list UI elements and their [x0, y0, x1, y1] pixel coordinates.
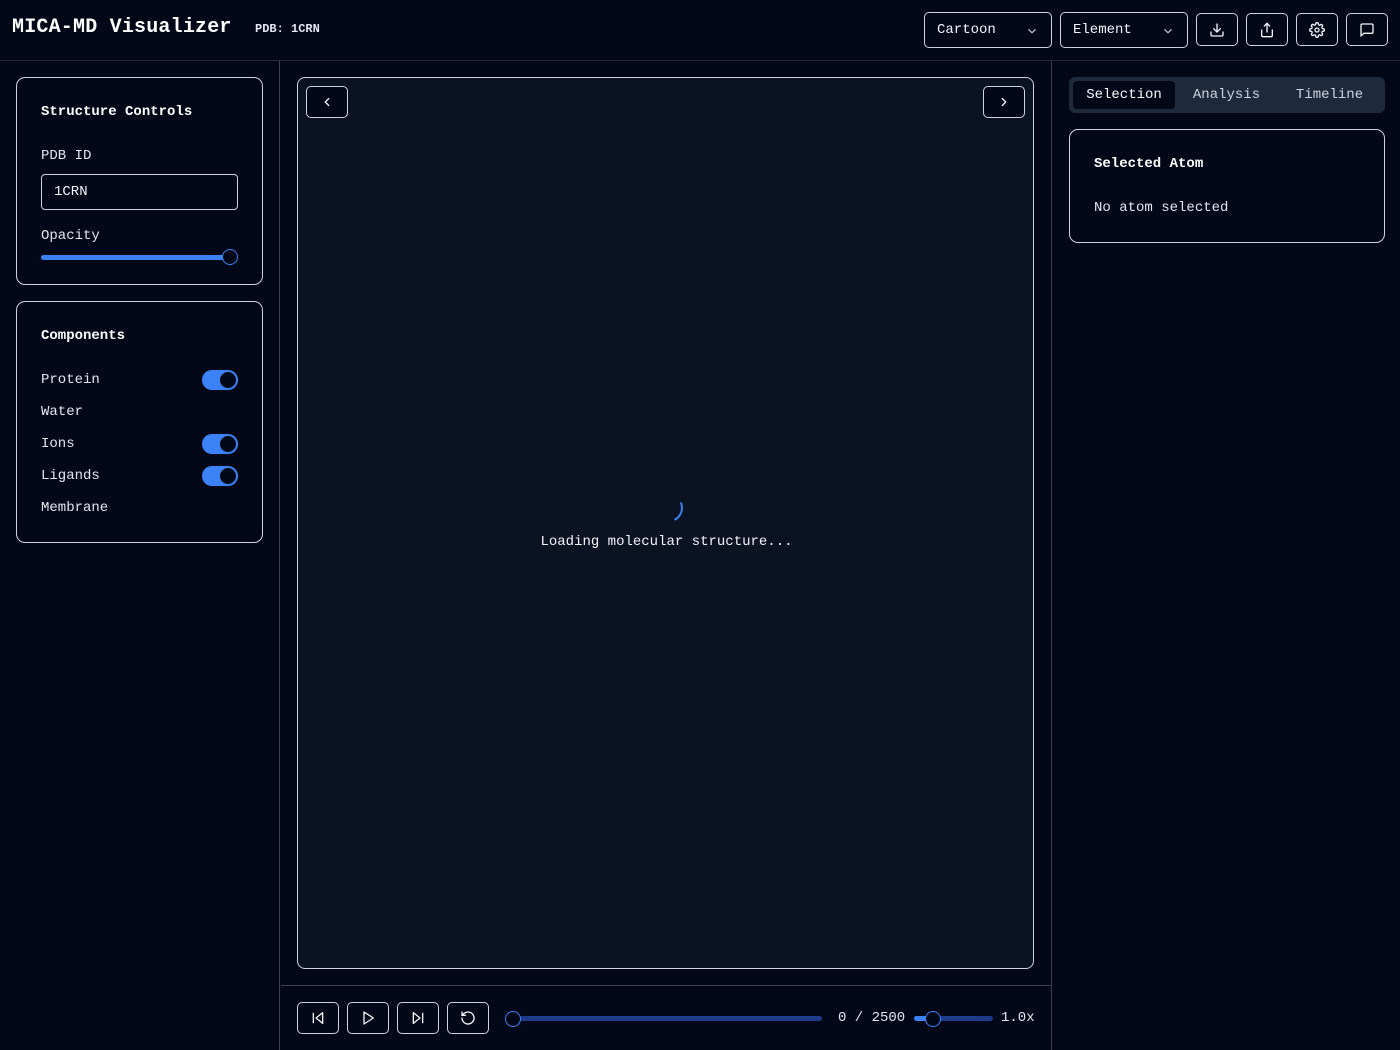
components-title: Components — [41, 328, 126, 344]
inspector-tabs: Selection Analysis Timeline — [1069, 77, 1385, 113]
chat-icon — [1360, 22, 1374, 37]
play-icon — [363, 1011, 374, 1025]
selected-atom-card: Selected Atom No atom selected — [1069, 129, 1385, 243]
color-scheme-select-value: Element — [1073, 22, 1132, 38]
speed-slider-thumb[interactable] — [925, 1011, 941, 1027]
opacity-slider[interactable] — [41, 255, 238, 260]
representation-select-value: Cartoon — [937, 22, 996, 38]
download-icon — [1210, 22, 1224, 37]
loading-spinner — [651, 490, 687, 526]
ligands-toggle[interactable] — [202, 466, 238, 486]
settings-button[interactable] — [1296, 13, 1338, 46]
component-label-ligands: Ligands — [41, 468, 100, 484]
previous-button[interactable] — [306, 86, 348, 118]
opacity-slider-fill — [41, 255, 230, 260]
reset-icon — [461, 1011, 475, 1025]
frame-scrubber-thumb[interactable] — [505, 1011, 521, 1027]
ions-toggle[interactable] — [202, 434, 238, 454]
component-label-ions: Ions — [41, 436, 75, 452]
left-sidebar: Structure Controls PDB ID 1CRN Opacity C… — [0, 61, 280, 1050]
speed-label: 1.0x — [1001, 1010, 1035, 1026]
pdb-id-input[interactable]: 1CRN — [41, 174, 238, 210]
chevron-right-icon — [1001, 97, 1007, 107]
reset-button[interactable] — [447, 1002, 489, 1034]
playback-bar: 0 / 2500 1.0x — [281, 985, 1051, 1050]
components-card: Components Protein Water Ions Ligands Me… — [16, 301, 263, 543]
selected-atom-title: Selected Atom — [1094, 156, 1204, 172]
frame-counter: 0 / 2500 — [838, 1010, 906, 1026]
component-label-water: Water — [41, 404, 84, 420]
component-label-membrane: Membrane — [41, 500, 109, 516]
skip-forward-icon — [412, 1012, 424, 1024]
main-viewer-area: Loading molecular structure... 0 / 2500 … — [281, 61, 1051, 1050]
component-label-protein: Protein — [41, 372, 100, 388]
tab-analysis[interactable]: Analysis — [1176, 81, 1277, 109]
share-button[interactable] — [1246, 13, 1288, 46]
representation-select[interactable]: Cartoon — [924, 12, 1052, 48]
play-button[interactable] — [347, 1002, 389, 1034]
tab-timeline[interactable]: Timeline — [1278, 81, 1381, 109]
right-sidebar: Selection Analysis Timeline Selected Ato… — [1051, 61, 1400, 1050]
settings-icon — [1309, 21, 1325, 38]
loading-message: Loading molecular structure... — [540, 534, 793, 550]
skip-back-button[interactable] — [297, 1002, 339, 1034]
chevron-down-icon — [1028, 28, 1036, 34]
opacity-label: Opacity — [41, 228, 100, 244]
structure-controls-title: Structure Controls — [41, 104, 193, 120]
app-title: MICA-MD Visualizer — [12, 16, 232, 39]
structure-controls-card: Structure Controls PDB ID 1CRN Opacity — [16, 77, 263, 285]
selected-atom-empty: No atom selected — [1094, 200, 1229, 216]
frame-scrubber[interactable] — [513, 1016, 822, 1021]
protein-toggle[interactable] — [202, 370, 238, 390]
skip-forward-button[interactable] — [397, 1002, 439, 1034]
next-button[interactable] — [983, 86, 1025, 118]
molecule-viewport[interactable]: Loading molecular structure... — [297, 77, 1034, 969]
color-scheme-select[interactable]: Element — [1060, 12, 1188, 48]
tab-selection[interactable]: Selection — [1073, 81, 1175, 109]
download-button[interactable] — [1196, 13, 1238, 46]
opacity-slider-thumb[interactable] — [222, 249, 238, 265]
top-bar: MICA-MD Visualizer PDB: 1CRN Cartoon Ele… — [0, 0, 1400, 61]
pdb-id-label: PDB ID — [41, 148, 92, 164]
chat-button[interactable] — [1346, 13, 1388, 46]
chevron-left-icon — [324, 97, 330, 107]
share-icon — [1261, 22, 1273, 37]
skip-back-icon — [312, 1012, 324, 1024]
pdb-badge: PDB: 1CRN — [255, 22, 320, 36]
chevron-down-icon — [1164, 28, 1172, 34]
